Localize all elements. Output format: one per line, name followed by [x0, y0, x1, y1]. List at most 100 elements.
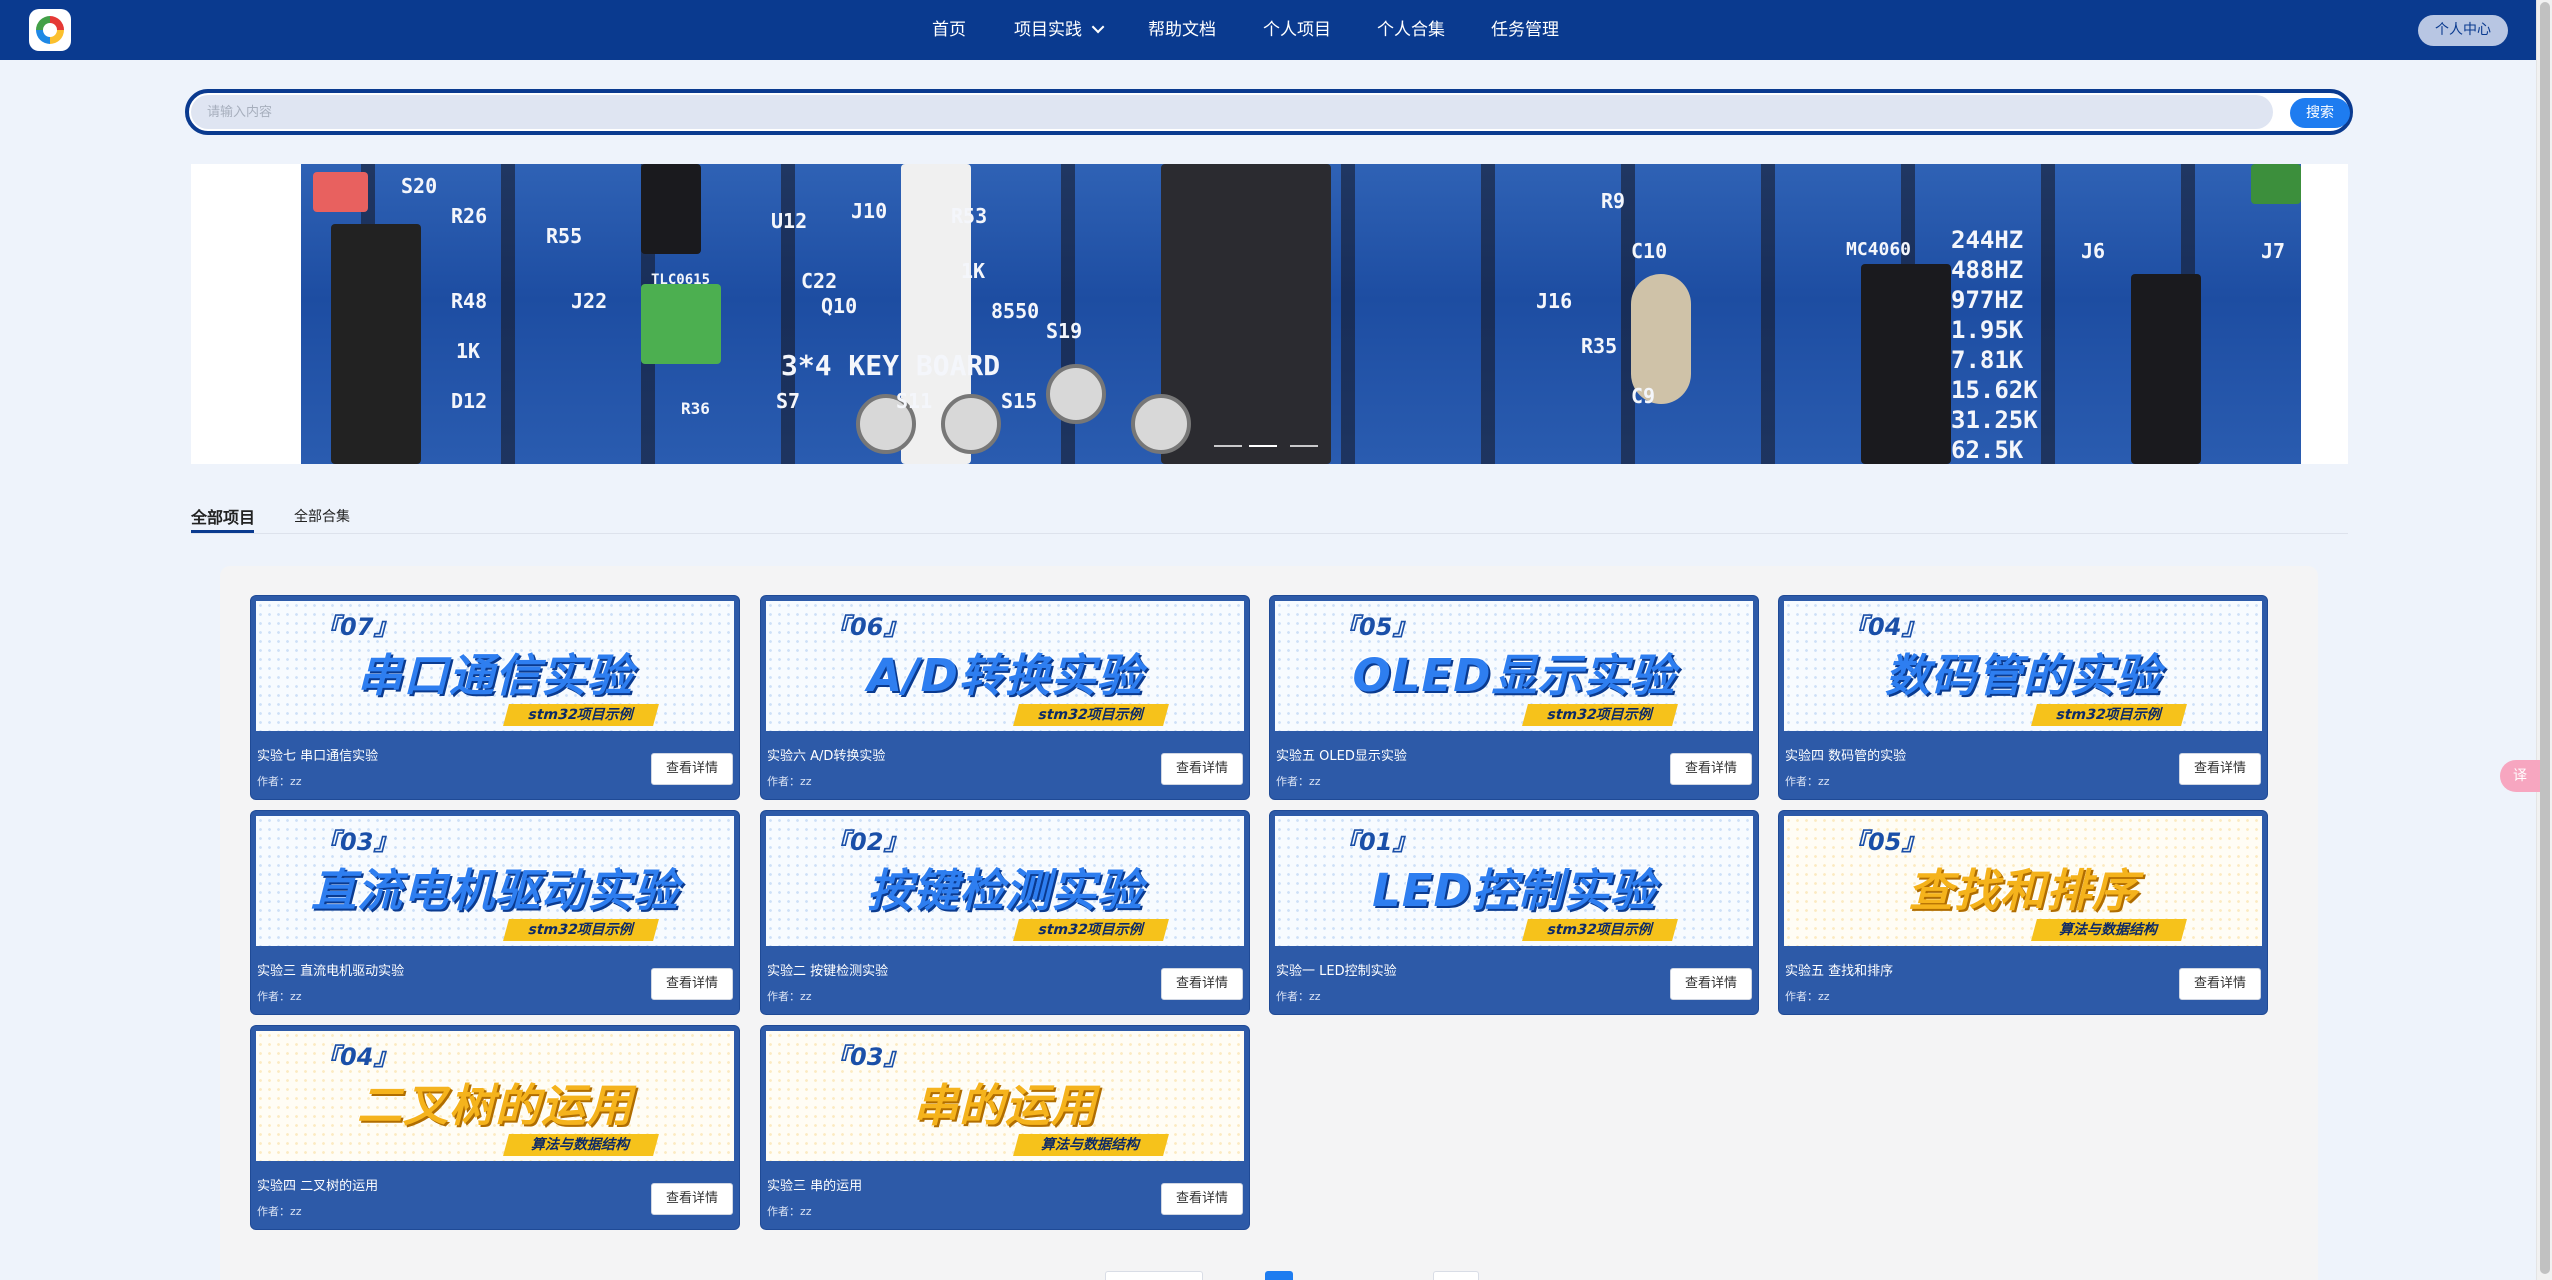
project-author: 作者：zz [1276, 990, 1321, 1003]
tab-all-collections[interactable]: 全部合集 [294, 506, 350, 526]
project-card[interactable]: 『04』 数码管的实验 stm32项目示例 实验四 数码管的实验 作者：zz 查… [1778, 595, 2268, 800]
project-author: 作者：zz [1785, 990, 1830, 1003]
nav-personal-collections[interactable]: 个人合集 [1377, 0, 1445, 60]
personal-center-button[interactable]: 个人中心 [2418, 15, 2508, 46]
silkscreen-8550: 8550 [991, 299, 1040, 323]
silkscreen-977hz: 977HZ [1951, 286, 2024, 314]
search-button[interactable]: 搜索 [2290, 98, 2350, 128]
project-card[interactable]: 『03』 直流电机驱动实验 stm32项目示例 实验三 直流电机驱动实验 作者：… [250, 810, 740, 1015]
project-card[interactable]: 『06』 A/D转换实验 stm32项目示例 实验六 A/D转换实验 作者：zz… [760, 595, 1250, 800]
carousel-indicator-1[interactable] [1214, 445, 1242, 447]
view-details-button[interactable]: 查看详情 [1670, 968, 1752, 1000]
project-author: 作者：zz [1785, 775, 1830, 788]
project-thumbnail[interactable]: 『01』 LED控制实验 stm32项目示例 [1275, 816, 1753, 946]
project-thumbnail[interactable]: 『06』 A/D转换实验 stm32项目示例 [766, 601, 1244, 731]
project-title: 实验四 二叉树的运用 [257, 1179, 379, 1194]
pagination-page-1[interactable] [1265, 1271, 1293, 1280]
search-bar: 搜索 [185, 89, 2353, 135]
page-scrollbar[interactable] [2536, 0, 2552, 1280]
silkscreen-c22: C22 [801, 269, 838, 293]
project-card[interactable]: 『07』 串口通信实验 stm32项目示例 实验七 串口通信实验 作者：zz 查… [250, 595, 740, 800]
silkscreen-3125k: 31.25K [1951, 406, 2038, 434]
carousel-indicator-3[interactable] [1290, 445, 1318, 447]
silkscreen-195k: 1.95K [1951, 316, 2024, 344]
scrollbar-thumb[interactable] [2540, 2, 2550, 1274]
nav-home[interactable]: 首页 [932, 0, 966, 60]
silkscreen-s15: S15 [1001, 389, 1038, 413]
project-thumbnail[interactable]: 『04』 数码管的实验 stm32项目示例 [1784, 601, 2262, 731]
project-card[interactable]: 『05』 OLED显示实验 stm32项目示例 实验五 OLED显示实验 作者：… [1269, 595, 1759, 800]
silkscreen-488hz: 488HZ [1951, 256, 2024, 284]
silkscreen-keyboard: 3*4 KEY BOARD [781, 349, 1001, 382]
view-details-button[interactable]: 查看详情 [1161, 1183, 1243, 1215]
project-card[interactable]: 『01』 LED控制实验 stm32项目示例 实验一 LED控制实验 作者：zz… [1269, 810, 1759, 1015]
project-card[interactable]: 『04』 二叉树的运用 算法与数据结构 实验四 二叉树的运用 作者：zz 查看详… [250, 1025, 740, 1230]
nav-projects-dropdown[interactable]: 项目实践 [1014, 0, 1105, 60]
silkscreen-r53: R53 [951, 204, 988, 228]
project-card[interactable]: 『03』 串的运用 算法与数据结构 实验三 串的运用 作者：zz 查看详情 [760, 1025, 1250, 1230]
silkscreen-781k: 7.81K [1951, 346, 2024, 374]
silkscreen-625k: 62.5K [1951, 436, 2024, 464]
view-details-button[interactable]: 查看详情 [651, 1183, 733, 1215]
project-author: 作者：zz [257, 775, 302, 788]
project-thumbnail[interactable]: 『03』 直流电机驱动实验 stm32项目示例 [256, 816, 734, 946]
project-title: 实验四 数码管的实验 [1785, 749, 1907, 764]
project-title: 实验五 查找和排序 [1785, 964, 1894, 979]
silkscreen-c9: C9 [1631, 384, 1656, 408]
project-title: 实验一 LED控制实验 [1276, 964, 1397, 979]
project-thumbnail[interactable]: 『07』 串口通信实验 stm32项目示例 [256, 601, 734, 731]
nav-personal-projects[interactable]: 个人项目 [1263, 0, 1331, 60]
project-author: 作者：zz [1276, 775, 1321, 788]
nav-task-management[interactable]: 任务管理 [1491, 0, 1559, 60]
translate-float-button[interactable]: 译 [2500, 760, 2540, 792]
silkscreen-tlc0615: TLC0615 [651, 272, 711, 288]
view-details-button[interactable]: 查看详情 [1670, 753, 1752, 785]
project-title: 实验二 按键检测实验 [767, 964, 889, 979]
view-details-button[interactable]: 查看详情 [651, 968, 733, 1000]
banner-pcb-image: S20 R26 R55 U12 J10 R53 1K C22 Q10 8550 … [301, 164, 2301, 464]
silkscreen-q10: Q10 [821, 294, 858, 318]
translate-icon: 译 [2513, 768, 2527, 784]
nav-help-docs[interactable]: 帮助文档 [1148, 0, 1216, 60]
search-input[interactable] [191, 95, 2273, 129]
tab-all-projects[interactable]: 全部项目 [191, 504, 255, 528]
silkscreen-r36: R36 [681, 399, 710, 418]
project-thumbnail[interactable]: 『05』 OLED显示实验 stm32项目示例 [1275, 601, 1753, 731]
silkscreen-r55: R55 [546, 224, 583, 248]
project-title: 实验五 OLED显示实验 [1276, 749, 1407, 764]
pagination-prev-button[interactable] [1105, 1271, 1203, 1280]
pagination-next-button[interactable] [1433, 1271, 1479, 1280]
silkscreen-d12: D12 [451, 389, 488, 413]
silkscreen-mc4060: MC4060 [1846, 239, 1912, 260]
view-details-button[interactable]: 查看详情 [651, 753, 733, 785]
project-thumbnail[interactable]: 『02』 按键检测实验 stm32项目示例 [766, 816, 1244, 946]
project-thumbnail[interactable]: 『05』 查找和排序 算法与数据结构 [1784, 816, 2262, 946]
silkscreen-244hz: 244HZ [1951, 226, 2024, 254]
project-title: 实验六 A/D转换实验 [767, 749, 886, 764]
hero-banner-carousel[interactable]: S20 R26 R55 U12 J10 R53 1K C22 Q10 8550 … [191, 164, 2348, 464]
silkscreen-1k-b: 1K [456, 339, 481, 363]
silkscreen-c10: C10 [1631, 239, 1668, 263]
silkscreen-s19: S19 [1046, 319, 1083, 343]
view-details-button[interactable]: 查看详情 [2179, 968, 2261, 1000]
project-card[interactable]: 『05』 查找和排序 算法与数据结构 实验五 查找和排序 作者：zz 查看详情 [1778, 810, 2268, 1015]
view-details-button[interactable]: 查看详情 [2179, 753, 2261, 785]
silkscreen-s7: S7 [776, 389, 801, 413]
project-thumbnail[interactable]: 『04』 二叉树的运用 算法与数据结构 [256, 1031, 734, 1161]
silkscreen-j22: J22 [571, 289, 608, 313]
carousel-indicator-2[interactable] [1249, 445, 1277, 447]
silkscreen-r48: R48 [451, 289, 488, 313]
project-title: 实验三 直流电机驱动实验 [257, 964, 405, 979]
project-author: 作者：zz [767, 775, 812, 788]
silkscreen-j16: J16 [1536, 289, 1573, 313]
top-navbar: 首页 项目实践 帮助文档 个人项目 个人合集 任务管理 个人中心 [0, 0, 2536, 60]
project-thumbnail[interactable]: 『03』 串的运用 算法与数据结构 [766, 1031, 1244, 1161]
project-author: 作者：zz [767, 990, 812, 1003]
project-card[interactable]: 『02』 按键检测实验 stm32项目示例 实验二 按键检测实验 作者：zz 查… [760, 810, 1250, 1015]
view-details-button[interactable]: 查看详情 [1161, 753, 1243, 785]
silkscreen-u12: U12 [771, 209, 808, 233]
view-details-button[interactable]: 查看详情 [1161, 968, 1243, 1000]
project-author: 作者：zz [257, 990, 302, 1003]
project-title: 实验三 串的运用 [767, 1179, 863, 1194]
silkscreen-j10: J10 [851, 199, 888, 223]
